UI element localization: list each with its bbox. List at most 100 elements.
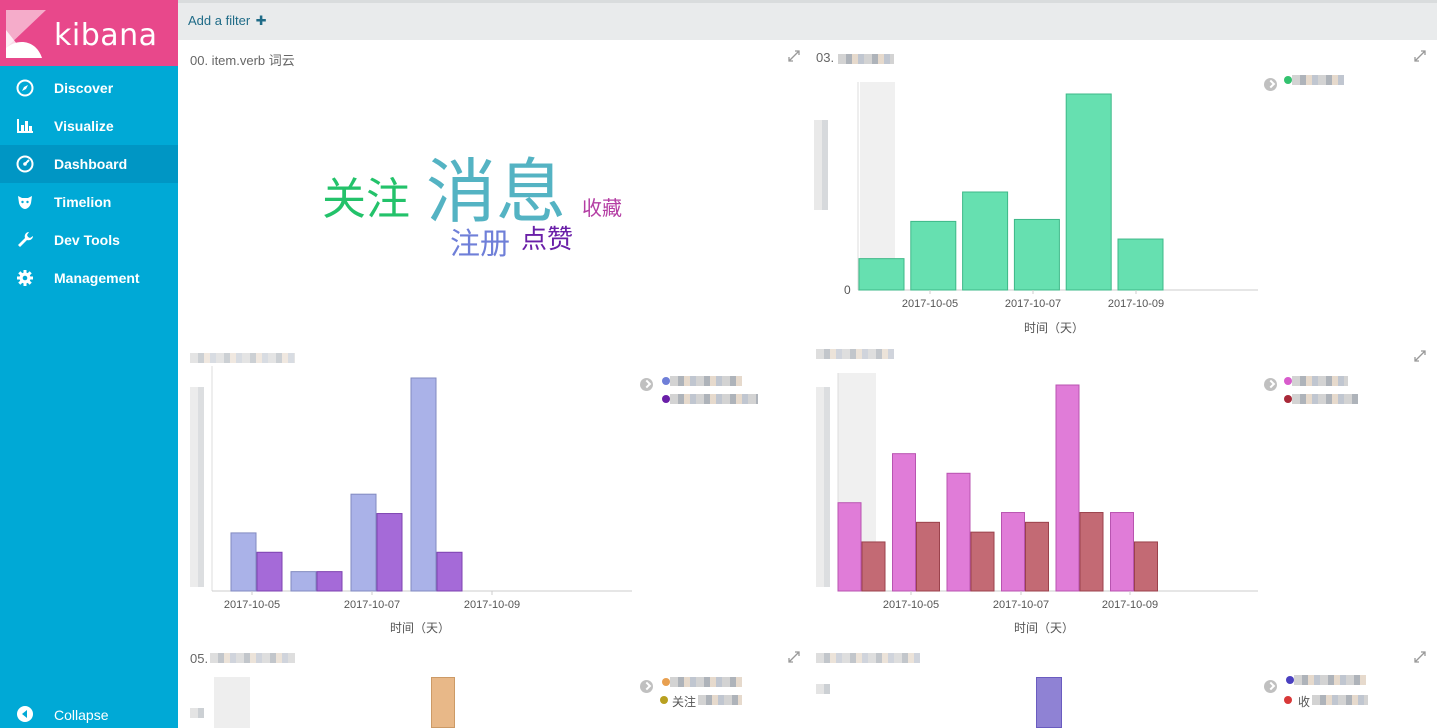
redacted-legend xyxy=(1312,695,1368,705)
bar xyxy=(1055,384,1080,592)
bar xyxy=(970,531,995,592)
panel-chart-1: 03. 0 2017-10-05 2017-10-07 2017-10-09 时间（… xyxy=(808,40,1437,345)
word-zhuce: 注册 xyxy=(450,227,510,262)
bar xyxy=(962,191,1009,291)
bar xyxy=(916,521,940,592)
gear-icon xyxy=(17,270,33,286)
chart-1-svg: 2017-10-05 2017-10-07 2017-10-09 xyxy=(857,82,1258,310)
x-tick-label: 2017-10-05 xyxy=(902,298,958,310)
bar xyxy=(861,541,886,592)
bar xyxy=(858,258,905,291)
legend-swatch xyxy=(660,696,668,704)
collapse-arrow-icon xyxy=(17,706,33,722)
expand-icon[interactable] xyxy=(1414,651,1426,663)
bar xyxy=(350,493,377,592)
add-filter-link[interactable]: Add a filter ✚ xyxy=(188,13,267,29)
bar xyxy=(910,220,957,291)
bar xyxy=(946,472,971,592)
bar xyxy=(436,551,463,592)
bar xyxy=(837,502,862,592)
bar xyxy=(1013,218,1060,291)
sidebar-item-label: Visualize xyxy=(54,118,114,134)
sidebar-item-visualize[interactable]: Visualize xyxy=(0,107,178,145)
panel-wordcloud: 00. item.verb 词云 关注 消息 收藏 注册 点赞 xyxy=(178,40,808,345)
sidebar-item-timelion[interactable]: Timelion xyxy=(0,183,178,221)
collapse-label: Collapse xyxy=(54,707,109,723)
x-tick-label: 2017-10-09 xyxy=(1108,298,1164,310)
x-tick-label: 2017-10-07 xyxy=(1005,298,1061,310)
bar xyxy=(290,571,317,592)
x-axis-title: 时间（天） xyxy=(1013,621,1075,635)
sidebar: kibana Discover Visualize Dashboard Time… xyxy=(0,0,178,728)
sidebar-item-dev-tools[interactable]: Dev Tools xyxy=(0,221,178,259)
panel-chart-4: 05. 关注 xyxy=(178,650,808,728)
bar xyxy=(1117,238,1164,291)
x-axis-title: 时间（天） xyxy=(389,621,451,635)
redacted-y-axis xyxy=(190,708,204,718)
word-guanzhu: 关注 xyxy=(322,174,410,225)
expand-icon[interactable] xyxy=(788,50,800,62)
panel-title: 05. xyxy=(190,651,209,666)
x-tick-label: 2017-10-07 xyxy=(993,599,1049,611)
x-tick-label: 2017-10-09 xyxy=(1102,599,1158,611)
x-axis-title: 时间（天） xyxy=(1023,321,1085,335)
chart-2-svg: 2017-10-05 2017-10-07 2017-10-09 xyxy=(211,366,632,611)
bar xyxy=(1025,521,1049,592)
legend-toggle-icon[interactable] xyxy=(640,680,653,693)
legend-swatch xyxy=(1286,676,1294,684)
bar xyxy=(431,677,455,728)
logo-text: kibana xyxy=(54,18,158,53)
chart-3-svg: 2017-10-05 2017-10-07 2017-10-09 xyxy=(837,373,1258,611)
dashboard-icon xyxy=(16,155,34,173)
sidebar-item-label: Dev Tools xyxy=(54,232,120,248)
timelion-icon xyxy=(18,196,32,209)
x-tick-label: 2017-10-05 xyxy=(883,599,939,611)
x-tick-label: 2017-10-07 xyxy=(344,599,400,611)
sidebar-item-label: Management xyxy=(54,270,140,286)
collapse-button[interactable]: Collapse xyxy=(0,697,178,728)
redacted-title xyxy=(816,653,920,663)
redacted-y-axis xyxy=(816,684,830,694)
expand-icon[interactable] xyxy=(788,651,800,663)
panel-title: 00. item.verb 词云 xyxy=(190,53,295,68)
filter-bar: Add a filter ✚ xyxy=(178,0,1437,40)
sidebar-item-label: Timelion xyxy=(54,194,112,210)
legend-label: 关注 xyxy=(672,695,697,709)
redacted-legend xyxy=(670,677,742,687)
legend-toggle-icon[interactable] xyxy=(1264,680,1277,693)
legend-swatch xyxy=(662,678,670,686)
sidebar-item-dashboard[interactable]: Dashboard xyxy=(0,145,178,183)
x-tick-label: 2017-10-09 xyxy=(464,599,520,611)
bar xyxy=(316,571,343,592)
add-filter-label: Add a filter xyxy=(188,13,251,28)
chart-highlight-band xyxy=(214,677,250,728)
bar xyxy=(1065,93,1112,291)
sidebar-item-management[interactable]: Management xyxy=(0,259,178,297)
bar xyxy=(256,551,283,592)
bar xyxy=(1110,512,1134,592)
redacted-title xyxy=(210,653,295,663)
compass-icon xyxy=(16,79,34,97)
panel-chart-3: 2017-10-05 2017-10-07 2017-10-09 时间（天） xyxy=(808,345,1437,650)
redacted-legend xyxy=(1294,675,1366,685)
panel-chart-6: 收 xyxy=(808,650,1437,728)
sidebar-item-label: Discover xyxy=(54,80,114,96)
bar xyxy=(376,513,403,592)
word-shoucang: 收藏 xyxy=(582,196,622,220)
sidebar-item-discover[interactable]: Discover xyxy=(0,69,178,107)
redacted-legend xyxy=(698,695,742,705)
bar xyxy=(410,377,437,592)
bar xyxy=(1079,512,1104,592)
sidebar-item-label: Dashboard xyxy=(54,156,128,172)
x-tick-label: 2017-10-05 xyxy=(224,599,280,611)
bar-chart-icon xyxy=(17,119,33,133)
bar xyxy=(1001,512,1025,592)
bar xyxy=(230,532,257,592)
word-dianzan: 点赞 xyxy=(521,225,574,255)
panel-chart-2: 2017-10-05 2017-10-07 2017-10-09 时间（天） xyxy=(178,345,808,650)
wrench-icon xyxy=(18,232,33,247)
kibana-logo[interactable]: kibana xyxy=(0,0,178,66)
plus-icon: ✚ xyxy=(255,13,267,28)
kibana-logo-icon xyxy=(6,10,46,58)
legend-swatch xyxy=(1284,696,1292,704)
